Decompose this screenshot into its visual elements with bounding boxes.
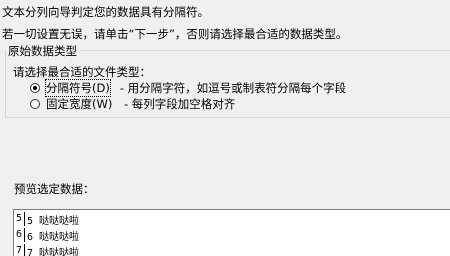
radio-description-fixed-width: - 每列字段加空格对齐 [124, 97, 236, 111]
radio-description-delimited: - 用分隔字符，如逗号或制表符分隔每个字段 [119, 81, 347, 95]
text-import-wizard-step: 文本分列向导判定您的数据具有分隔符。 若一切设置无误，请单击“下一步”，否则请选… [0, 0, 450, 256]
preview-row-number: 5 [14, 212, 25, 226]
intro-line-1: 文本分列向导判定您的数据具有分隔符。 [2, 5, 209, 19]
preview-row-number: 6 [14, 228, 25, 242]
radio-selected-dot [33, 86, 37, 90]
radio-label-fixed-width[interactable]: 固定宽度(W) [46, 96, 124, 112]
radio-button-fixed-width[interactable] [30, 99, 40, 109]
file-type-prompt: 请选择最合适的文件类型： [13, 65, 151, 79]
preview-row: 7 7 哒哒哒啦 [14, 244, 79, 256]
preview-row: 6 6 哒哒哒啦 [14, 228, 80, 243]
preview-row-text: 7 哒哒哒啦 [27, 247, 80, 256]
preview-row-number: 7 [14, 244, 25, 256]
radio-option-delimited[interactable]: 分隔符号(D) - 用分隔字符，如逗号或制表符分隔每个字段 [30, 79, 347, 97]
radio-label-delimited[interactable]: 分隔符号(D) [45, 79, 111, 97]
radio-option-fixed-width[interactable]: 固定宽度(W) - 每列字段加空格对齐 [30, 96, 235, 112]
preview-label: 预览选定数据： [14, 182, 95, 196]
preview-row: 5 5 哒哒哒啦 [14, 212, 80, 227]
radio-button-delimited[interactable] [30, 83, 40, 93]
preview-row-text: 5 哒哒哒啦 [27, 215, 80, 227]
preview-row-text: 6 哒哒哒啦 [27, 231, 80, 243]
intro-line-2: 若一切设置无误，请单击“下一步”，否则请选择最合适的数据类型。 [2, 27, 348, 41]
data-type-group-legend: 原始数据类型 [6, 43, 79, 59]
data-preview-pane[interactable]: 5 5 哒哒哒啦 6 6 哒哒哒啦 7 7 哒哒哒啦 [13, 209, 450, 256]
